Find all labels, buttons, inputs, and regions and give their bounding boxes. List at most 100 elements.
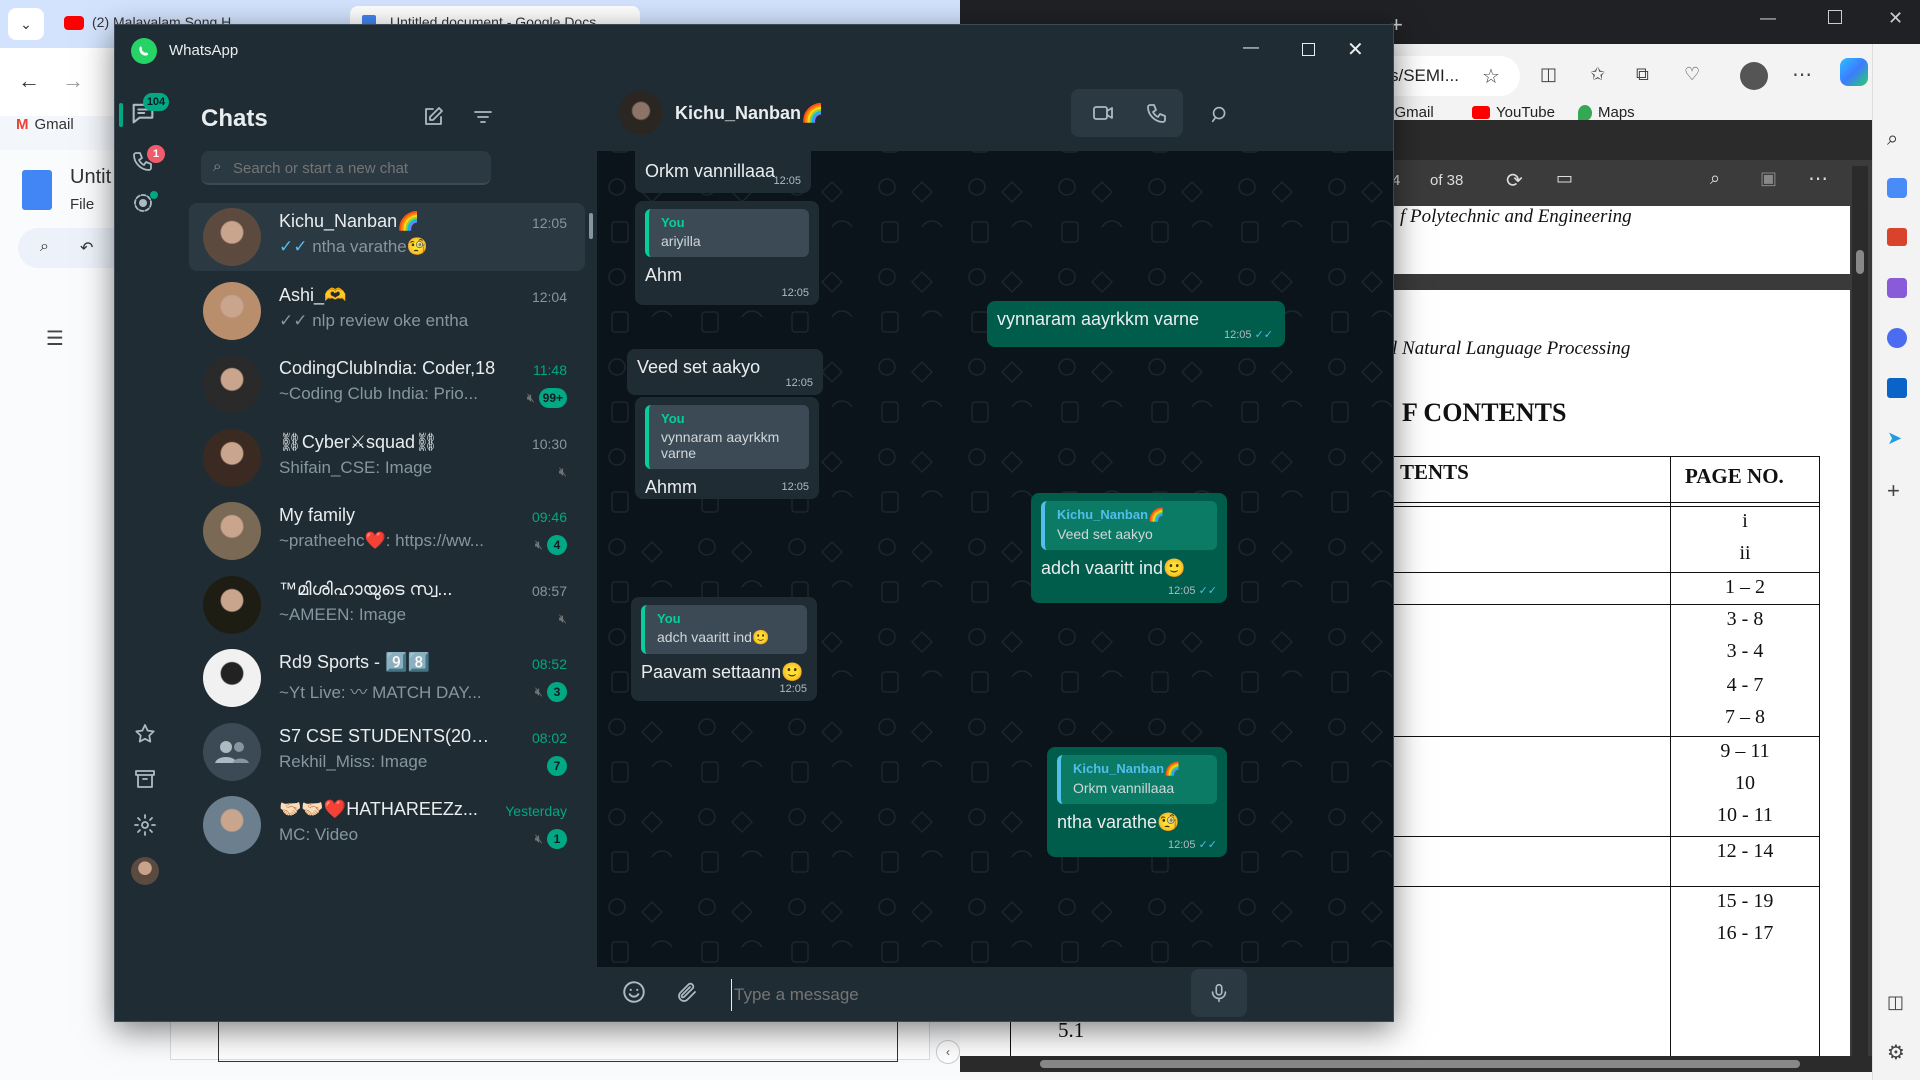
sidebar-copilot-icon[interactable]	[1887, 328, 1907, 348]
favorites-icon[interactable]: ✩	[1590, 64, 1605, 85]
chat-avatar[interactable]	[203, 502, 261, 560]
rail-starred-button[interactable]	[133, 722, 157, 746]
sidebar-outlook-icon[interactable]	[1887, 378, 1907, 398]
rail-profile-avatar[interactable]	[131, 857, 159, 885]
attach-button[interactable]	[675, 981, 699, 1005]
muted-speaker-icon: 🔇︎	[558, 610, 567, 626]
chat-avatar[interactable]	[203, 355, 261, 413]
doc-menu-file[interactable]: File	[70, 196, 94, 213]
chevron-down-icon: ⌄	[20, 15, 32, 32]
message-bubble-outgoing[interactable]: Kichu_Nanban🌈 Orkm vannillaaa ntha varat…	[1047, 747, 1227, 857]
pdf-scroll-thumb[interactable]	[1856, 250, 1864, 274]
sidebar-settings-icon[interactable]: ⚙	[1887, 1040, 1905, 1065]
chat-avatar[interactable]	[203, 796, 261, 854]
quoted-message[interactable]: Kichu_Nanban🌈 Veed set aakyo	[1041, 501, 1217, 550]
group-avatar[interactable]	[203, 722, 261, 781]
chat-list-item[interactable]: CodingClubIndia: Coder,18 ~Coding Club In…	[189, 350, 585, 418]
close-icon[interactable]: ✕	[1347, 37, 1364, 62]
sidebar-add-icon[interactable]: +	[1887, 478, 1900, 504]
rail-settings-button[interactable]	[133, 813, 157, 837]
health-icon[interactable]: ♡	[1684, 64, 1700, 85]
sidebar-send-icon[interactable]: ➤	[1887, 428, 1902, 449]
pdf-more-icon[interactable]: ⋯	[1808, 166, 1828, 191]
sidebar-search-icon[interactable]: ⌕	[1887, 128, 1898, 151]
forward-arrow-icon[interactable]: →	[62, 68, 84, 94]
chat-avatar[interactable]	[203, 575, 261, 634]
new-chat-button[interactable]	[421, 105, 445, 129]
quoted-message[interactable]: You ariyilla	[645, 209, 809, 257]
sidebar-games-icon[interactable]	[1887, 278, 1907, 298]
message-bubble-incoming[interactable]: Orkm vannillaaa 12:05	[635, 151, 811, 193]
voice-call-button[interactable]	[1145, 101, 1169, 125]
undo-icon[interactable]: ↶	[80, 238, 93, 258]
message-bubble-incoming[interactable]: You ariyilla Ahm 12:05	[635, 201, 819, 305]
doc-scroll-arrow-icon[interactable]: ‹	[936, 1040, 960, 1064]
profile-avatar[interactable]	[1740, 62, 1768, 90]
rotate-icon[interactable]: ⟳	[1506, 168, 1523, 193]
filter-button[interactable]	[471, 105, 495, 129]
chat-avatar[interactable]	[203, 428, 261, 487]
copilot-icon[interactable]	[1840, 58, 1868, 86]
quoted-text: ariyilla	[661, 233, 701, 249]
pdf-scrollbar[interactable]	[1852, 166, 1868, 1056]
split-screen-icon[interactable]: ◫	[1540, 64, 1557, 85]
pdf-save-icon[interactable]: ▣	[1760, 168, 1777, 189]
conversation-search-button[interactable]	[1209, 103, 1231, 125]
search-input[interactable]	[233, 155, 483, 181]
bookmark-youtube[interactable]: YouTube	[1472, 104, 1555, 121]
quoted-message[interactable]: You adch vaaritt ind🙂	[641, 605, 807, 654]
rail-chats-button[interactable]: 104	[129, 93, 169, 135]
maximize-icon[interactable]	[1302, 43, 1315, 56]
page-view-icon[interactable]: ▭	[1556, 168, 1573, 189]
edge-maximize-icon[interactable]	[1828, 10, 1842, 24]
pdf-hscroll-thumb[interactable]	[1040, 1060, 1800, 1068]
message-bubble-incoming[interactable]: You vynnaram aayrkkm varne Ahmm 12:05	[635, 397, 819, 499]
message-bubble-outgoing[interactable]: vynnaram aayrkkm varne 12:05 ✓✓	[987, 301, 1285, 347]
sidebar-tools-icon[interactable]	[1887, 228, 1907, 246]
chat-avatar[interactable]	[203, 281, 261, 340]
chat-avatar[interactable]	[203, 208, 261, 266]
voice-message-button[interactable]	[1191, 969, 1247, 1017]
message-bubble-outgoing[interactable]: Kichu_Nanban🌈 Veed set aakyo adch vaarit…	[1031, 493, 1227, 603]
message-bubble-incoming[interactable]: You adch vaaritt ind🙂 Paavam settaann🙂 1…	[631, 597, 817, 701]
rail-calls-button[interactable]: 1	[131, 145, 167, 185]
chat-list-item[interactable]: 🤝🏻🤝🏻❤️HATHAREEZz... MC: Video Yesterday 1 🔇︎	[189, 791, 585, 859]
quoted-message[interactable]: Kichu_Nanban🌈 Orkm vannillaaa	[1057, 755, 1217, 804]
docs-search-icon[interactable]: ⌕	[40, 238, 49, 256]
doc-outline-icon[interactable]: ☰	[46, 326, 64, 351]
sidebar-shopping-icon[interactable]	[1887, 178, 1907, 198]
back-arrow-icon[interactable]: ←	[18, 68, 40, 94]
contact-name[interactable]: Kichu_Nanban🌈	[675, 103, 823, 124]
chat-list-item[interactable]: ⛓Cyber⚔squad⛓ Shifain_CSE: Image 10:30 🔇︎	[189, 424, 585, 492]
bookmark-maps[interactable]: Maps	[1578, 104, 1635, 121]
chat-list-item[interactable]: ™മിശിഹായുടെ സ്വ... ~AMEEN: Image 08:57 🔇︎	[189, 571, 585, 639]
search-box[interactable]: ⌕	[201, 151, 491, 185]
rail-archived-button[interactable]	[133, 767, 157, 791]
message-bubble-incoming[interactable]: Veed set aakyo 12:05	[627, 349, 823, 395]
collections-icon[interactable]: ⧉	[1636, 64, 1649, 85]
chat-list-item[interactable]: Ashi_🫶 ✓✓ nlp review oke entha 12:04	[189, 277, 585, 345]
tab-search-button[interactable]: ⌄	[8, 8, 44, 40]
emoji-button[interactable]	[621, 979, 647, 1005]
chat-list-item[interactable]: My family ~pratheehc❤️: https://ww... 09:4…	[189, 497, 585, 565]
video-call-button[interactable]	[1091, 101, 1115, 125]
chat-list-item[interactable]: S7 CSE STUDENTS(2020-... Rekhil_Miss: Ima…	[189, 718, 585, 786]
edge-close-icon[interactable]: ✕	[1888, 8, 1903, 29]
sidebar-panel-icon[interactable]: ◫	[1887, 992, 1904, 1013]
chat-list-item[interactable]: Rd9 Sports - 9️⃣8️⃣ ~Yt Live: 〰 MATCH DAY…	[189, 644, 585, 712]
edge-minimize-icon[interactable]: —	[1760, 10, 1776, 28]
bookmark-gmail[interactable]: M Gmail	[16, 116, 74, 133]
contact-avatar[interactable]	[619, 91, 663, 135]
pdf-hscrollbar[interactable]	[960, 1056, 1872, 1072]
favorite-star-icon[interactable]: ☆	[1482, 64, 1500, 89]
doc-title[interactable]: Untit	[70, 166, 111, 189]
chat-list-item[interactable]: Kichu_Nanban🌈 ✓✓ ntha varathe🧐 12:05	[189, 203, 585, 271]
message-input[interactable]	[731, 979, 1151, 1011]
chat-avatar[interactable]	[203, 649, 261, 707]
pdf-search-icon[interactable]: ⌕	[1710, 168, 1720, 189]
more-menu-icon[interactable]: ⋯	[1792, 62, 1812, 87]
quoted-message[interactable]: You vynnaram aayrkkm varne	[645, 405, 809, 469]
doc-table-fragment	[218, 1020, 898, 1062]
rail-status-button[interactable]	[131, 191, 161, 221]
minimize-icon[interactable]: —	[1243, 39, 1259, 57]
